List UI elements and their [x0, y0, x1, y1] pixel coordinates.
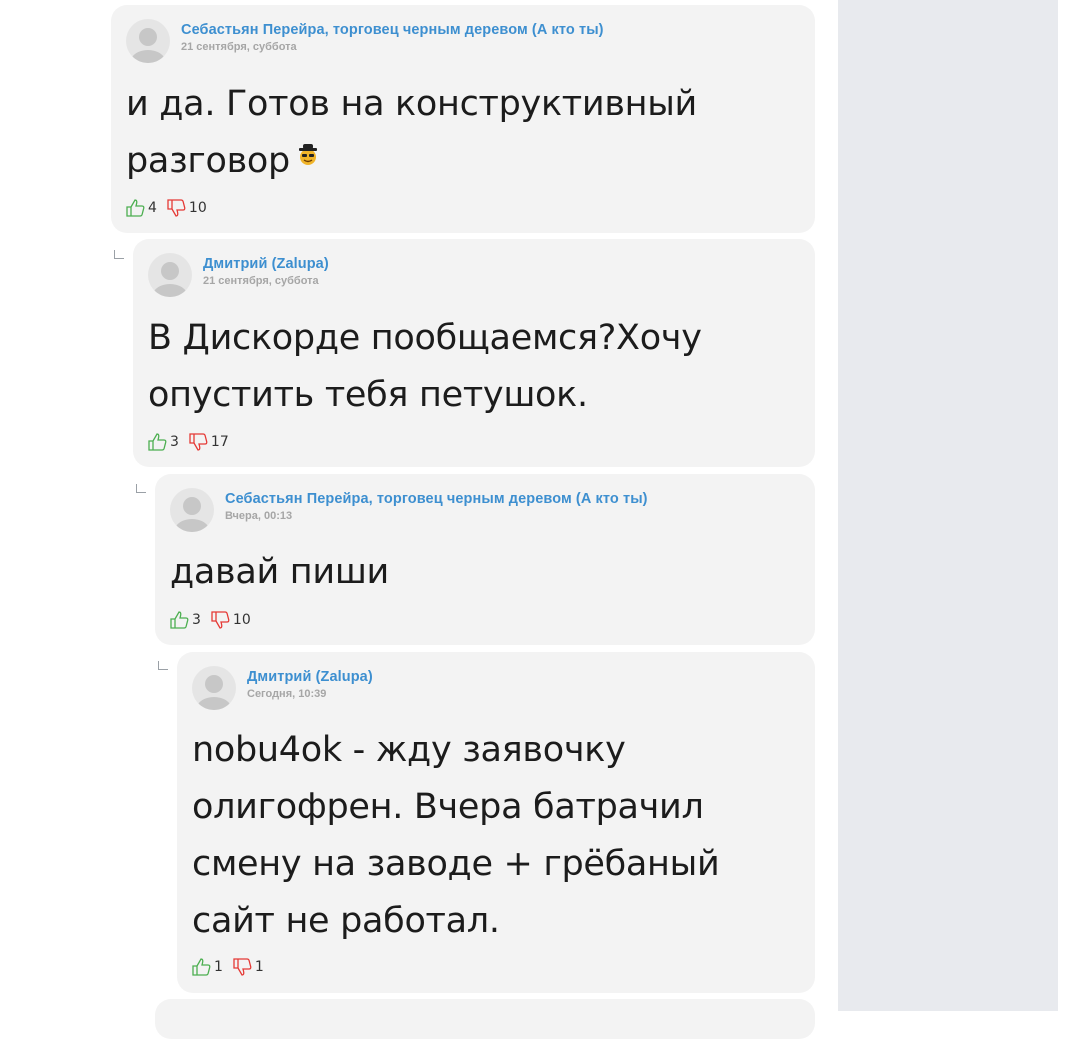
thumbs-up-icon — [126, 199, 145, 217]
comment-date: Сегодня, 10:39 — [247, 688, 327, 700]
comment-text: и да. Готов на конструктивный разговор — [126, 76, 791, 191]
user-silhouette-icon — [197, 675, 231, 710]
comment-text: В Дискорде пообщаемся?Хочу опустить тебя… — [148, 318, 702, 415]
thumbs-up-icon — [148, 433, 167, 451]
avatar[interactable] — [192, 666, 236, 710]
dislike-button[interactable]: 10 — [167, 199, 207, 217]
thumbs-up-icon — [192, 958, 211, 976]
comment-card: Дмитрий (Zalupa) 21 сентября, суббота В … — [133, 239, 815, 467]
thumbs-down-icon — [211, 611, 230, 629]
comment-text: давай пиши — [170, 552, 389, 592]
comment-date: 21 сентября, суббота — [181, 41, 297, 53]
vote-bar: 4 10 — [126, 199, 207, 217]
vote-bar: 1 1 — [192, 958, 264, 976]
user-silhouette-icon — [153, 262, 187, 297]
comment-date: Вчера, 00:13 — [225, 510, 293, 522]
like-button[interactable]: 1 — [192, 958, 223, 976]
reply-arrow-icon — [158, 661, 168, 670]
reply-arrow-icon — [114, 250, 124, 259]
like-button[interactable]: 3 — [170, 611, 201, 629]
right-sidebar — [838, 0, 1058, 1011]
thumbs-down-icon — [233, 958, 252, 976]
comment-card-partial — [155, 999, 815, 1039]
comment-card: Себастьян Перейра, торговец черным дерев… — [111, 5, 815, 233]
user-silhouette-icon — [131, 28, 165, 63]
vote-bar: 3 17 — [148, 433, 229, 451]
avatar[interactable] — [148, 253, 192, 297]
thumbs-down-icon — [167, 199, 186, 217]
like-button[interactable]: 4 — [126, 199, 157, 217]
thumbs-up-icon — [170, 611, 189, 629]
comment-text: nobu4ok - жду заявочку олигофрен. Вчера … — [192, 730, 720, 941]
user-silhouette-icon — [175, 497, 209, 532]
avatar[interactable] — [170, 488, 214, 532]
dislike-button[interactable]: 17 — [189, 433, 229, 451]
dislike-button[interactable]: 10 — [211, 611, 251, 629]
author-name[interactable]: Себастьян Перейра, торговец черным дерев… — [181, 21, 604, 39]
vote-bar: 3 10 — [170, 611, 251, 629]
author-name[interactable]: Дмитрий (Zalupa) — [247, 668, 373, 686]
comment-card: Себастьян Перейра, торговец черным дерев… — [155, 474, 815, 645]
comment-card: Дмитрий (Zalupa) Сегодня, 10:39 nobu4ok … — [177, 652, 815, 993]
thumbs-down-icon — [189, 433, 208, 451]
comment-date: 21 сентября, суббота — [203, 275, 319, 287]
like-button[interactable]: 3 — [148, 433, 179, 451]
reply-arrow-icon — [136, 484, 146, 493]
author-name[interactable]: Дмитрий (Zalupa) — [203, 255, 329, 273]
author-name[interactable]: Себастьян Перейра, торговец черным дерев… — [225, 490, 648, 508]
sunglasses-hat-emoji-icon — [296, 128, 320, 185]
avatar[interactable] — [126, 19, 170, 63]
dislike-button[interactable]: 1 — [233, 958, 264, 976]
